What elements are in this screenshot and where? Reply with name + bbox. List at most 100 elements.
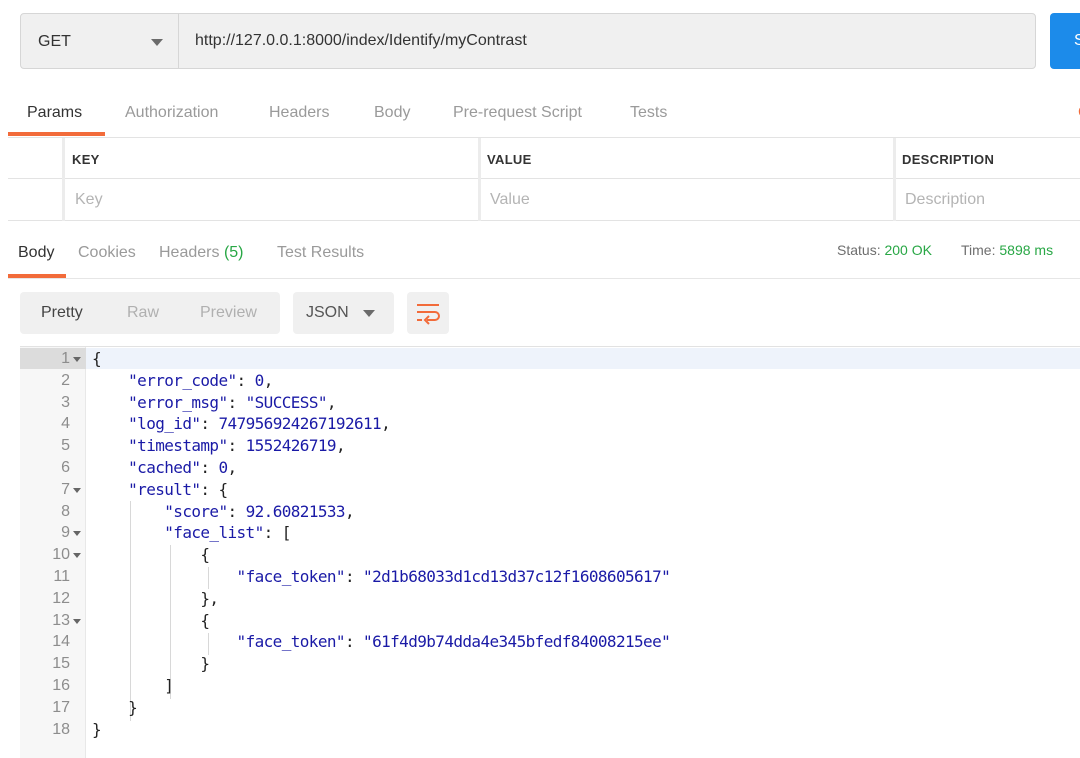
key-input[interactable]: Key <box>75 191 103 209</box>
response-body-editor[interactable]: 1{2 "error_code": 0, 3 "error_msg": "SUCC… <box>20 346 1080 758</box>
column-header-description: DESCRIPTION <box>902 152 995 167</box>
code-line: 18} <box>20 719 1080 741</box>
tab-authorization[interactable]: Authorization <box>125 93 218 137</box>
method-select[interactable]: GET <box>20 13 179 69</box>
line-number: 8 <box>61 502 70 520</box>
fold-toggle-icon[interactable] <box>73 618 81 624</box>
column-divider <box>478 138 481 180</box>
line-number: 1 <box>61 350 70 367</box>
code-text: } <box>92 697 138 717</box>
code-line: 1{ <box>20 348 1080 370</box>
code-text: "result": { <box>128 479 228 499</box>
tab-test-results[interactable]: Test Results <box>277 244 364 262</box>
status-label: Status: <box>837 242 881 258</box>
line-number: 2 <box>61 371 70 389</box>
url-input[interactable] <box>178 13 1036 69</box>
column-divider <box>478 179 481 221</box>
tab-response-body[interactable]: Body <box>18 244 54 262</box>
tab-pre-request-script[interactable]: Pre-request Script <box>453 93 582 137</box>
active-tab-indicator <box>8 132 105 136</box>
value-input[interactable]: Value <box>490 191 530 209</box>
line-number: 10 <box>52 546 70 564</box>
description-input[interactable]: Description <box>905 191 985 209</box>
headers-count-badge: (5) <box>223 244 244 261</box>
params-header-row: KEY VALUE DESCRIPTION <box>8 137 1080 180</box>
line-number: 6 <box>61 459 70 476</box>
tab-body[interactable]: Body <box>374 93 410 137</box>
time-value: 5898 ms <box>999 242 1054 258</box>
view-mode-group: Pretty Raw Preview <box>20 292 280 334</box>
line-number: 17 <box>52 698 70 716</box>
status-readout: Status: 200 OK <box>837 242 932 258</box>
column-divider <box>893 179 896 221</box>
tab-response-cookies[interactable]: Cookies <box>78 244 136 262</box>
code-line: 16 ] <box>20 675 1080 697</box>
code-text: "log_id": 747956924267192611, <box>128 414 391 434</box>
line-number: 9 <box>61 524 70 542</box>
wrap-lines-button[interactable] <box>407 292 449 334</box>
params-table: KEY VALUE DESCRIPTION Key Value Descript… <box>8 137 1080 221</box>
code-line: 14 "face_token": "61f4d9b74dda4e345bfedf… <box>20 631 1080 653</box>
send-button[interactable]: S <box>1050 13 1080 69</box>
code-text: { <box>92 349 102 368</box>
line-number: 3 <box>61 393 70 411</box>
line-number: 14 <box>52 633 70 651</box>
format-label: JSON <box>306 304 349 321</box>
code-line: 3 "error_msg": "SUCCESS", <box>20 392 1080 414</box>
response-tabs: Body Cookies Headers (5) Test Results St… <box>8 233 1080 279</box>
code-text: "timestamp": 1552426719, <box>128 436 345 456</box>
code-line: 4 "log_id": 747956924267192611, <box>20 413 1080 435</box>
request-url-row: GET S <box>20 13 1080 69</box>
code-text: "face_token": "61f4d9b74dda4e345bfedf840… <box>236 632 671 652</box>
column-divider <box>893 138 896 180</box>
format-select[interactable]: JSON <box>293 292 394 334</box>
code-text: } <box>92 654 210 674</box>
params-empty-row: Key Value Description <box>8 179 1080 221</box>
fold-toggle-icon[interactable] <box>73 487 81 493</box>
line-number: 7 <box>61 480 70 498</box>
code-text: } <box>92 719 102 739</box>
code-text: }, <box>92 588 219 608</box>
tab-response-headers[interactable]: Headers (5) <box>159 244 244 262</box>
code-line: 15 } <box>20 653 1080 675</box>
active-tab-indicator <box>8 274 66 278</box>
column-header-key: KEY <box>72 152 100 167</box>
line-number: 13 <box>52 611 70 629</box>
code-line: 8 "score": 92.60821533, <box>20 501 1080 523</box>
fold-toggle-icon[interactable] <box>73 357 81 362</box>
fold-toggle-icon[interactable] <box>73 553 81 559</box>
code-line: 11 "face_token": "2d1b68033d1cd13d37c12f… <box>20 566 1080 588</box>
code-line: 7 "result": { <box>20 479 1080 501</box>
code-text: ] <box>92 676 174 695</box>
column-header-value: VALUE <box>487 152 532 167</box>
tab-tests[interactable]: Tests <box>630 93 667 137</box>
line-number: 12 <box>52 589 70 607</box>
view-pretty-button[interactable]: Pretty <box>41 304 83 322</box>
method-label: GET <box>38 33 71 50</box>
line-number: 18 <box>52 720 70 738</box>
view-preview-button[interactable]: Preview <box>200 304 257 322</box>
line-number: 15 <box>52 655 70 673</box>
response-headers-label: Headers <box>159 244 220 261</box>
code-line: 6 "cached": 0, <box>20 457 1080 479</box>
code-line: 17 } <box>20 697 1080 719</box>
code-line: 5 "timestamp": 1552426719, <box>20 435 1080 457</box>
code-text: "score": 92.60821533, <box>164 501 355 521</box>
view-raw-button[interactable]: Raw <box>127 304 159 322</box>
code-line: 9 "face_list": [ <box>20 522 1080 544</box>
fold-toggle-icon[interactable] <box>73 531 81 537</box>
request-tabs: Params Authorization Headers Body Pre-re… <box>8 93 1080 137</box>
tab-params[interactable]: Params <box>27 93 82 137</box>
code-text: "error_msg": "SUCCESS", <box>128 392 336 412</box>
code-line: 12 }, <box>20 588 1080 610</box>
code-text: "cached": 0, <box>128 458 237 477</box>
line-number: 4 <box>61 415 70 433</box>
tab-headers[interactable]: Headers <box>269 93 329 137</box>
code-line: 2 "error_code": 0, <box>20 370 1080 392</box>
column-divider <box>62 138 65 180</box>
time-label: Time: <box>961 242 996 258</box>
chevron-down-icon <box>363 310 375 317</box>
code-line: 10 { <box>20 544 1080 566</box>
wrap-lines-icon <box>417 304 440 325</box>
code-text: { <box>92 610 210 630</box>
